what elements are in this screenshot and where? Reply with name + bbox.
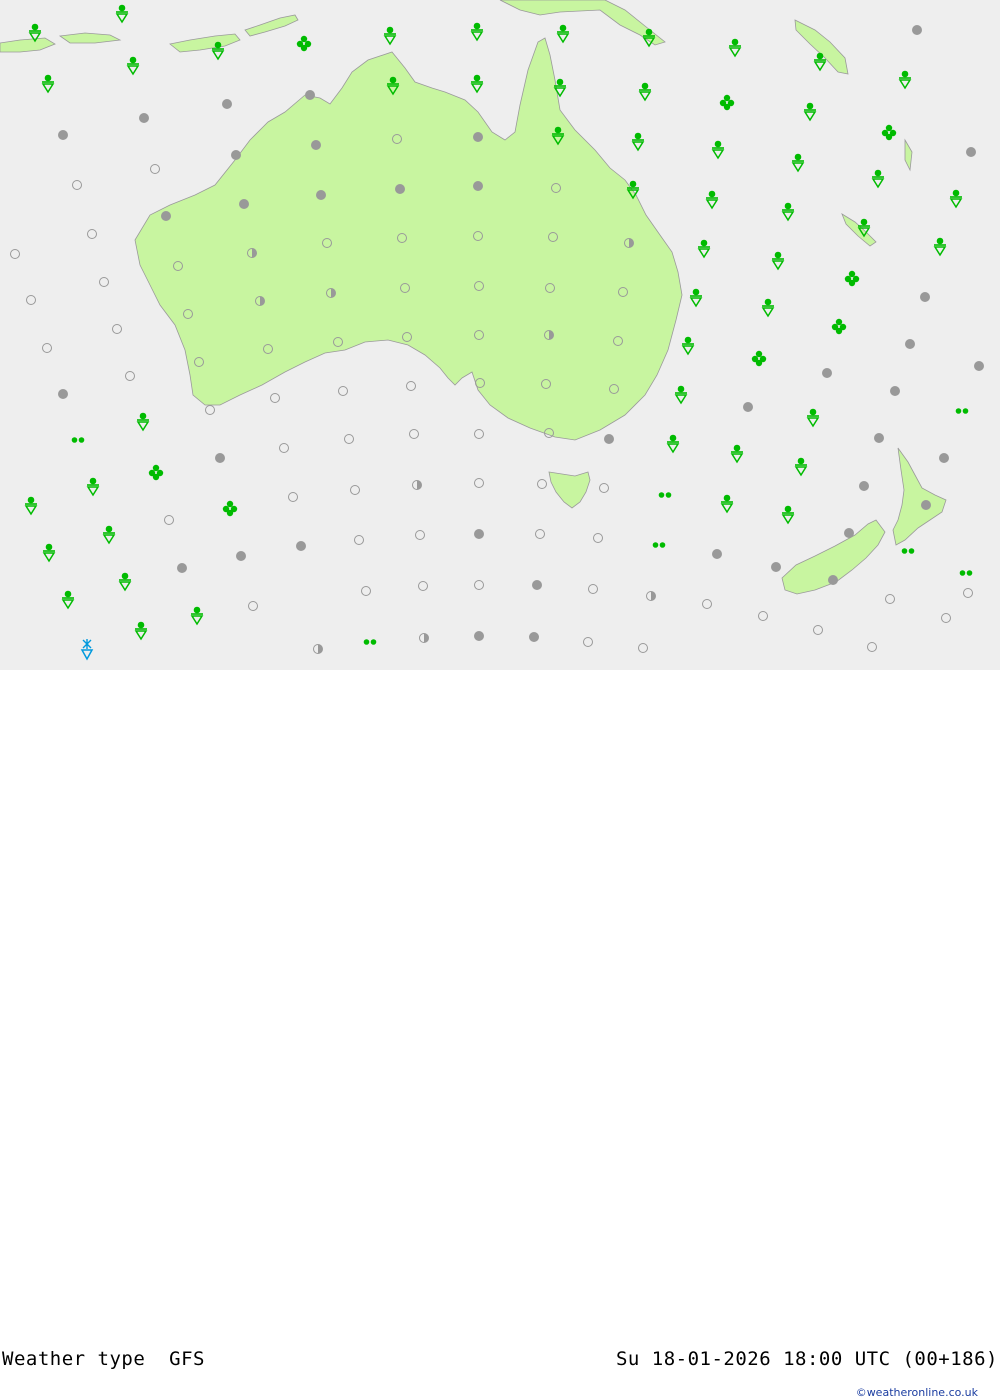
weather-symbol — [974, 361, 984, 371]
weather-symbol — [395, 184, 405, 194]
weather-symbol — [921, 500, 931, 510]
weather-symbol — [236, 551, 246, 561]
map-datetime: Su 18-01-2026 18:00 UTC (00+186) — [615, 1348, 998, 1370]
map-title: Weather type GFS — [2, 1348, 205, 1370]
weather-symbol — [822, 368, 832, 378]
weather-symbol — [604, 434, 614, 444]
weather-symbol — [316, 190, 326, 200]
weather-symbol — [239, 199, 249, 209]
weather-symbol — [874, 433, 884, 443]
weather-symbol — [161, 211, 171, 221]
weather-symbol — [859, 481, 869, 491]
weather-symbol — [532, 580, 542, 590]
weather-symbol — [966, 147, 976, 157]
weather-map — [0, 0, 1000, 670]
weather-symbol — [222, 99, 232, 109]
weather-symbol — [177, 563, 187, 573]
weather-symbol — [920, 292, 930, 302]
weather-symbol — [215, 453, 225, 463]
weather-symbol — [296, 541, 306, 551]
weather-symbol — [474, 631, 484, 641]
footer: Weather type GFS Su 18-01-2026 18:00 UTC… — [0, 670, 1000, 1399]
weather-symbol — [712, 549, 722, 559]
weather-symbol — [58, 130, 68, 140]
weather-symbol — [905, 339, 915, 349]
weather-symbol — [139, 113, 149, 123]
credit-link[interactable]: ©weatheronline.co.uk — [856, 1386, 978, 1399]
weather-symbol — [305, 90, 315, 100]
weather-symbol — [58, 389, 68, 399]
weather-symbol — [771, 562, 781, 572]
weather-symbol — [890, 386, 900, 396]
weather-symbol — [473, 181, 483, 191]
weather-symbol — [473, 132, 483, 142]
weather-symbol — [529, 632, 539, 642]
weather-symbol — [912, 25, 922, 35]
weather-symbol — [828, 575, 838, 585]
weather-symbol — [743, 402, 753, 412]
weather-symbol — [844, 528, 854, 538]
weather-symbol — [231, 150, 241, 160]
weather-symbol — [474, 529, 484, 539]
weather-symbol — [939, 453, 949, 463]
weather-symbol — [311, 140, 321, 150]
